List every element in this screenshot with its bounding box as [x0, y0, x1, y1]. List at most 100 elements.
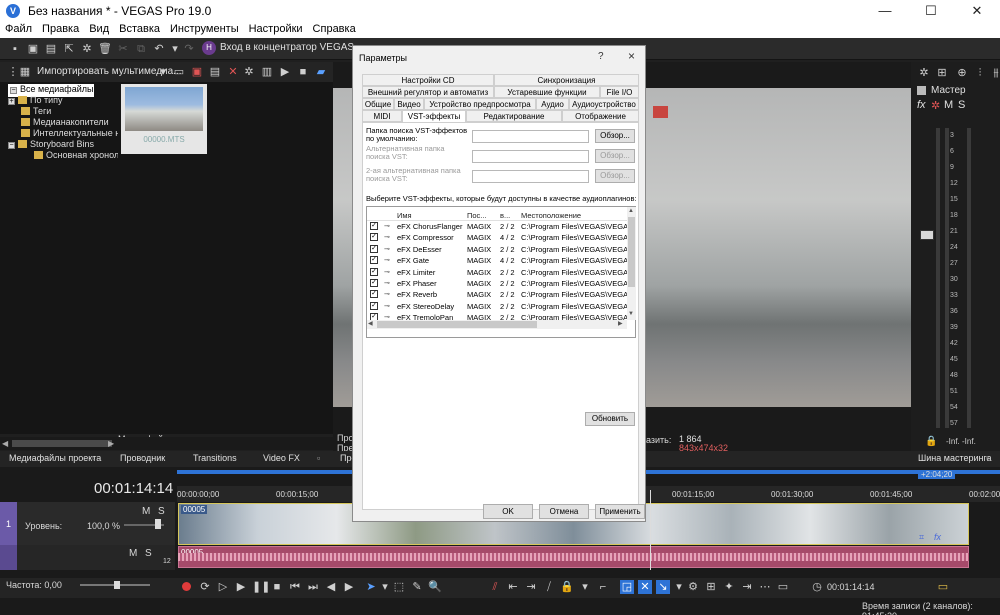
browse-alt2-button[interactable]: Обзор...	[595, 169, 635, 183]
master-lock-icon[interactable]: 🔒	[925, 436, 937, 447]
vst-row[interactable]: ✓ ⊸ eFX DeEsser MAGIX 2 / 2 C:\Program Files\…	[367, 244, 633, 256]
region-icon[interactable]: ⌐	[596, 580, 610, 594]
vst-list-vscroll[interactable]: ▲ ▼	[627, 207, 636, 320]
column-name[interactable]: Имя	[397, 211, 412, 220]
browse-alt-button[interactable]: Обзор...	[595, 149, 635, 163]
browse-default-button[interactable]: Обзор...	[595, 129, 635, 143]
auto-ripple-icon[interactable]: ↘	[656, 580, 670, 594]
ok-button[interactable]: OK	[483, 504, 533, 519]
record-button[interactable]	[182, 582, 191, 591]
vst-default-folder-input[interactable]	[472, 130, 589, 143]
refresh-button[interactable]: Обновить	[585, 412, 635, 426]
undo-icon[interactable]: ↶	[152, 42, 166, 56]
master-fx-button[interactable]: fx	[917, 99, 926, 111]
menu-edit[interactable]: Правка	[37, 22, 84, 35]
menu-file[interactable]: Файл	[0, 22, 37, 35]
vst-row[interactable]: ✓ ⊸ eFX StereoDelay MAGIX 2 / 2 C:\Program Fi…	[367, 301, 633, 313]
alt-folder-input[interactable]	[472, 150, 589, 163]
scroll-thumb[interactable]	[12, 440, 112, 447]
clip-fx-icon[interactable]: fx	[934, 532, 941, 542]
normal-edit-tool-icon[interactable]: ➤	[364, 580, 378, 594]
render-region-icon[interactable]: ▭	[776, 580, 790, 594]
track-solo-button[interactable]: S	[158, 506, 165, 517]
vst-row[interactable]: ✓ ⊸ eFX Limiter MAGIX 2 / 2 C:\Program Files\…	[367, 267, 633, 279]
render-as-icon[interactable]: ▭	[936, 580, 950, 594]
tab-video-fx[interactable]: Video FX	[263, 453, 300, 463]
tab-audio-device[interactable]: Аудиоустройство	[569, 98, 639, 110]
minimize-button[interactable]: —	[862, 2, 908, 20]
master-levels-icon[interactable]: ⫵	[989, 66, 1000, 80]
copy-icon[interactable]: ⧉	[134, 42, 148, 56]
tree-item-main-timeline[interactable]: Основная хронолог	[34, 150, 128, 163]
timeline-tools-icon[interactable]: ⋯	[758, 580, 772, 594]
expand-icon[interactable]: +	[8, 98, 15, 105]
tab-close-icon[interactable]: ▫	[986, 453, 989, 463]
redo-icon[interactable]: ↷	[182, 42, 196, 56]
import-dropdown-icon[interactable]: ▾	[156, 65, 170, 79]
scroll-left-icon[interactable]: ◀	[368, 320, 373, 327]
tab-transitions[interactable]: Transitions	[193, 453, 237, 463]
master-eq-icon[interactable]: ⫶	[973, 66, 987, 80]
stop-icon[interactable]: ■	[296, 65, 310, 79]
trim-start-icon[interactable]: ⇤	[506, 580, 520, 594]
scroll-down-icon[interactable]: ▼	[628, 311, 634, 317]
master-solo-button[interactable]: S	[958, 99, 965, 111]
lock-envelopes-icon[interactable]: ⚙	[686, 580, 700, 594]
tab-explorer[interactable]: Проводник	[120, 453, 165, 463]
media-fx-icon[interactable]: ▥	[260, 65, 274, 79]
marker-icon[interactable]: ▾	[578, 580, 592, 594]
vst-list-hscroll[interactable]: ◀ ▶	[367, 320, 627, 329]
trim-end-icon[interactable]: ⇥	[524, 580, 538, 594]
cut-icon[interactable]: ✂	[116, 42, 130, 56]
play-icon[interactable]: ▶	[278, 65, 292, 79]
track-mute-button[interactable]: M	[142, 506, 150, 517]
undo-dropdown-icon[interactable]: ▾	[168, 42, 182, 56]
dialog-close-button[interactable]: ×	[628, 49, 635, 63]
scroll-up-icon[interactable]: ▲	[628, 208, 634, 214]
render-icon[interactable]: ⇱	[62, 42, 76, 56]
tab-editing[interactable]: Редактирование	[466, 110, 562, 122]
scroll-right-icon[interactable]: ▶	[618, 320, 623, 327]
tab-project-media[interactable]: Медиафайлы проекта	[9, 453, 101, 463]
vst-row[interactable]: ✓ ⊸ eFX Phaser MAGIX 2 / 2 C:\Program Files\V…	[367, 279, 633, 290]
tab-deprecated-features[interactable]: Устаревшие функции	[494, 86, 600, 98]
vst-row[interactable]: ✓ ⊸ eFX ChorusFlanger MAGIX 2 / 2 C:\Program …	[367, 222, 633, 233]
stop-icon[interactable]: ■	[270, 580, 284, 594]
master-fx-icon[interactable]: ⊞	[935, 66, 949, 80]
scroll-thumb[interactable]	[628, 217, 635, 287]
play-from-start-icon[interactable]: ▷	[216, 580, 230, 594]
open-icon[interactable]: ▣	[26, 42, 40, 56]
trash-icon[interactable]: 🗑	[98, 42, 112, 56]
tab-general[interactable]: Общие	[362, 98, 394, 110]
vegas-hub-icon[interactable]: H	[202, 41, 216, 55]
auto-preview-icon[interactable]: ▰	[314, 65, 328, 79]
column-location[interactable]: Местоположение	[521, 211, 581, 220]
tab-synchronization[interactable]: Синхронизация	[494, 74, 639, 86]
column-io[interactable]: в...	[500, 211, 510, 220]
clip-crop-icon[interactable]: ⌗	[919, 532, 924, 543]
maximize-button[interactable]: ☐	[908, 2, 954, 20]
go-to-start-icon[interactable]: ⏮	[288, 580, 302, 594]
record-screen-icon[interactable]: ▣	[190, 65, 204, 79]
go-to-end-icon[interactable]: ⏭	[306, 580, 320, 594]
tab-close-icon[interactable]: ▫	[92, 453, 95, 463]
dialog-help-button[interactable]: ?	[598, 51, 604, 62]
razor-icon[interactable]: ✎	[410, 580, 424, 594]
apply-button[interactable]: Применить	[595, 504, 645, 519]
collapse-icon[interactable]: −	[8, 142, 15, 149]
scroll-right-icon[interactable]: ▶	[108, 439, 114, 448]
vst-row[interactable]: ✓ ⊸ eFX Gate MAGIX 4 / 2 C:\Program Files\VEG…	[367, 256, 633, 267]
next-frame-icon[interactable]: ▶	[342, 580, 356, 594]
capture-icon[interactable]: ▭	[172, 65, 186, 79]
scroll-left-icon[interactable]: ◀	[2, 439, 8, 448]
remove-media-icon[interactable]: ✕	[226, 65, 240, 79]
vst-row[interactable]: ✓ ⊸ eFX Compressor MAGIX 4 / 2 C:\Program Fil…	[367, 233, 633, 244]
loop-icon[interactable]: ⟳	[198, 580, 212, 594]
master-settings-icon[interactable]: ✲	[917, 66, 931, 80]
ripple-dropdown-icon[interactable]: ▾	[672, 580, 686, 594]
tab-more-icon[interactable]: ▫	[317, 453, 320, 463]
menu-insert[interactable]: Вставка	[114, 22, 165, 35]
tab-display[interactable]: Отображение	[562, 110, 639, 122]
tab-external-control[interactable]: Внешний регулятор и автоматиз	[362, 86, 494, 98]
audio-mute-button[interactable]: M	[129, 548, 137, 559]
